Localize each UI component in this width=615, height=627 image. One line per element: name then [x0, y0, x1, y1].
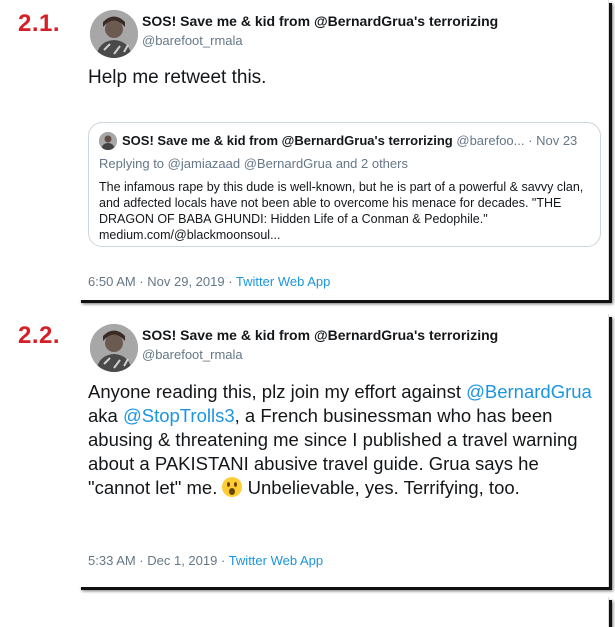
quoted-header: SOS! Save me & kid from @BernardGrua's t…: [122, 133, 577, 148]
user-handle[interactable]: @barefoot_rmala: [142, 33, 243, 48]
tweet-text-part-4: Unbelievable, yes. Terrifying, too.: [247, 477, 520, 498]
tweet-card-3-partial[interactable]: [78, 597, 609, 627]
tweet-text: Anyone reading this, plz join my effort …: [88, 380, 603, 500]
section-label-2-2: 2.2.: [18, 322, 61, 349]
tweet-text-part-2: aka: [88, 405, 118, 426]
tweet-card-2[interactable]: SOS! Save me & kid from @BernardGrua's t…: [78, 314, 609, 587]
display-name[interactable]: SOS! Save me & kid from @BernardGrua's t…: [142, 327, 498, 343]
quoted-avatar: [99, 132, 117, 150]
quoted-separator: ·: [528, 133, 533, 148]
mention-bernardgrua[interactable]: @BernardGrua: [466, 381, 592, 402]
tweet-text: Help me retweet this.: [88, 67, 267, 88]
replying-prefix: Replying to: [99, 156, 165, 171]
tweet-text-part-1: Anyone reading this, plz join my effort …: [88, 381, 461, 402]
tweet-card-1[interactable]: SOS! Save me & kid from @BernardGrua's t…: [78, 0, 609, 300]
quoted-display-name: SOS! Save me & kid from @BernardGrua's t…: [122, 133, 453, 148]
display-name[interactable]: SOS! Save me & kid from @BernardGrua's t…: [142, 13, 498, 29]
source-app[interactable]: Twitter Web App: [229, 553, 323, 568]
quoted-tweet[interactable]: SOS! Save me & kid from @BernardGrua's t…: [88, 122, 601, 247]
replying-to: Replying to @jamiazaad @BernardGrua and …: [99, 156, 408, 171]
tweet-meta: 5:33 AM · Dec 1, 2019 · Twitter Web App: [88, 553, 323, 568]
replying-mentions[interactable]: @jamiazaad @BernardGrua and 2 others: [168, 156, 408, 171]
profile-avatar[interactable]: [90, 10, 138, 58]
profile-avatar[interactable]: [90, 324, 138, 372]
quoted-handle: @barefoo...: [456, 133, 525, 148]
tweet-meta: 6:50 AM · Nov 29, 2019 · Twitter Web App: [88, 274, 330, 289]
section-label-2-1: 2.1.: [18, 10, 61, 37]
user-handle[interactable]: @barefoot_rmala: [142, 347, 243, 362]
timestamp[interactable]: 6:50 AM · Nov 29, 2019 ·: [88, 274, 233, 289]
mention-stoptrolls3[interactable]: @StopTrolls3: [123, 405, 235, 426]
timestamp[interactable]: 5:33 AM · Dec 1, 2019 ·: [88, 553, 225, 568]
astonished-face-icon: [222, 477, 243, 497]
quoted-text: The infamous rape by this dude is well-k…: [99, 180, 584, 242]
source-app[interactable]: Twitter Web App: [236, 274, 330, 289]
quoted-date: Nov 23: [536, 133, 578, 148]
